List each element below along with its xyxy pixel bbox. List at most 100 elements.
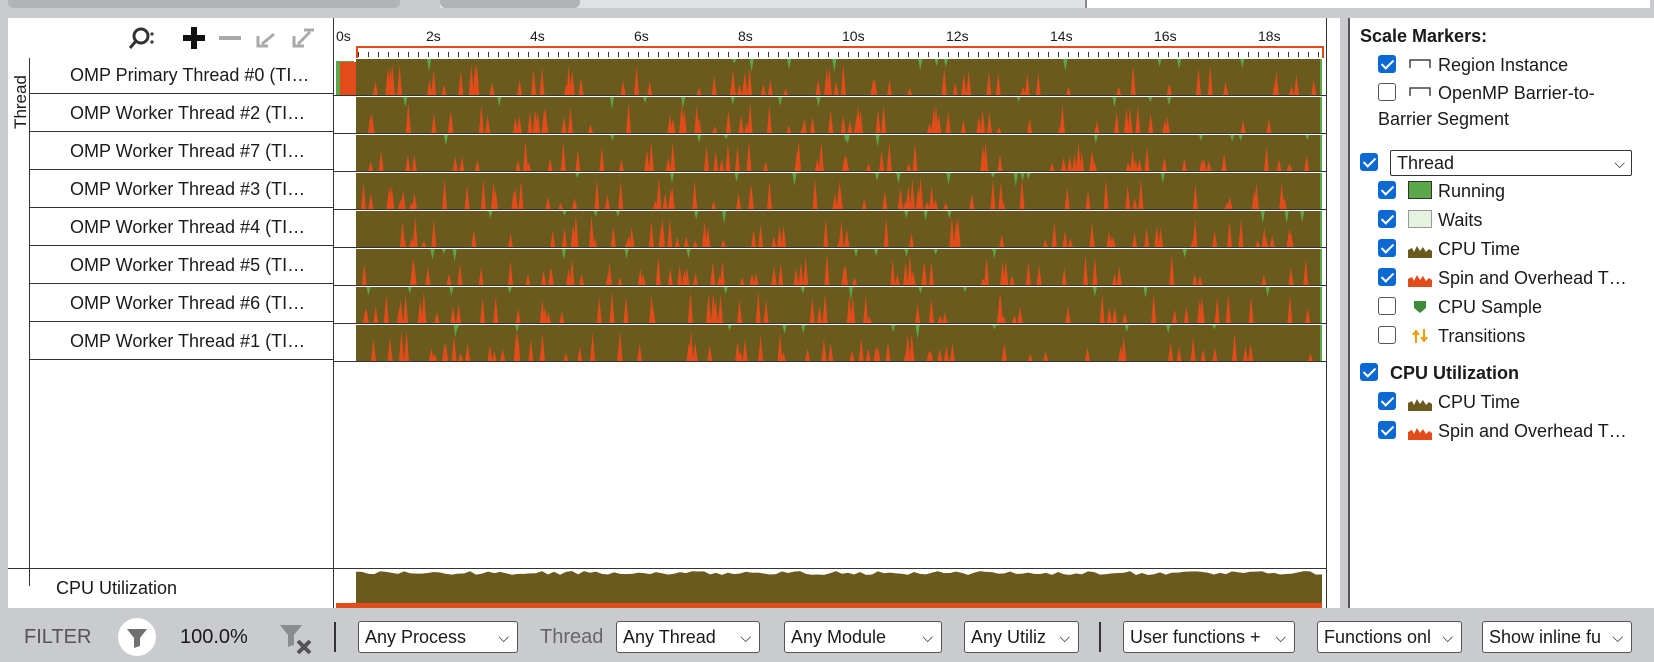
thread-value: Any Thread — [623, 627, 716, 647]
end-marker — [1320, 325, 1322, 361]
legend-cpu-sample[interactable]: CPU Sample — [1378, 294, 1542, 320]
zoom-toolbar — [8, 18, 334, 58]
legend-spin-overhead[interactable]: Spin and Overhead T… — [1378, 265, 1627, 291]
thread-select[interactable]: Any Thread ⌵ — [616, 621, 760, 653]
thread-row-label[interactable]: OMP Worker Thread #6 (TI… — [30, 284, 334, 322]
cpu-time-area — [356, 59, 1322, 95]
thread-group-label: Thread — [8, 58, 30, 586]
cpu-utilization-label: CPU Utilization — [56, 578, 178, 598]
barrier-segment-checkbox[interactable] — [1378, 83, 1396, 102]
thread-row-label[interactable]: OMP Worker Thread #3 (TI… — [30, 170, 334, 208]
chevron-down-icon: ⌵ — [920, 622, 933, 652]
process-select[interactable]: Any Process ⌵ — [358, 621, 518, 653]
cpu-utilization-spin — [336, 603, 1322, 608]
filter-bar: FILTER 100.0% Any Process ⌵ Thread Any Th… — [0, 610, 1654, 662]
cpu-time-2-label: CPU Time — [1438, 392, 1521, 412]
time-tick-label: 16s — [1154, 28, 1177, 44]
thread-track[interactable] — [334, 324, 1326, 362]
transitions-label: Transitions — [1438, 326, 1526, 346]
thread-row-label[interactable]: OMP Worker Thread #4 (TI… — [30, 208, 334, 246]
legend-panel: Scale Markers: Region Instance OpenMP Ba… — [1348, 18, 1654, 608]
region-instance-checkbox[interactable] — [1378, 55, 1396, 74]
zoom-out-icon[interactable] — [216, 24, 244, 52]
user-functions-value: User functions + — [1130, 627, 1261, 647]
undo-zoom-icon[interactable] — [252, 24, 280, 52]
selected-time-range[interactable] — [356, 46, 1324, 58]
running-checkbox[interactable] — [1378, 181, 1396, 200]
barrier-marker-icon — [1408, 83, 1432, 101]
legend-barrier-segment[interactable]: OpenMP Barrier-to- — [1378, 80, 1595, 106]
cpu-time-checkbox[interactable] — [1378, 239, 1396, 258]
end-marker — [1320, 173, 1322, 209]
thread-row-label[interactable]: OMP Worker Thread #2 (TI… — [30, 94, 334, 132]
functions-only-select[interactable]: Functions onl ⌵ — [1317, 621, 1462, 653]
thread-row-label[interactable]: OMP Worker Thread #7 (TI… — [30, 132, 334, 170]
thread-track[interactable] — [334, 134, 1326, 172]
chevron-down-icon: ⌵ — [1614, 155, 1625, 171]
legend-cpu-time-2[interactable]: CPU Time — [1378, 389, 1520, 415]
time-tick-label: 6s — [634, 28, 649, 44]
time-ruler[interactable]: 0s 2s 4s 6s 8s 10s 12s 14s 16s 18s — [334, 18, 1326, 58]
chevron-down-icon: ⌵ — [496, 622, 509, 652]
time-tick-label: 4s — [530, 28, 545, 44]
region-instance-label: Region Instance — [1438, 55, 1569, 75]
spin-overhead-2-checkbox[interactable] — [1378, 421, 1396, 440]
legend-cpu-time[interactable]: CPU Time — [1378, 236, 1520, 262]
clear-filter-icon[interactable] — [278, 622, 314, 656]
thread-group-toggle[interactable] — [1360, 150, 1390, 176]
thread-group-text: Thread — [10, 75, 30, 129]
cpu-sample-label: CPU Sample — [1438, 297, 1543, 317]
thread-track[interactable] — [334, 172, 1326, 210]
filter-icon[interactable] — [118, 618, 156, 656]
waits-checkbox[interactable] — [1378, 210, 1396, 229]
thread-grouping-value: Thread — [1397, 153, 1455, 173]
cpu-sample-checkbox[interactable] — [1378, 297, 1396, 316]
thread-track[interactable] — [334, 286, 1326, 324]
thread-row-label[interactable]: OMP Worker Thread #5 (TI… — [30, 246, 334, 284]
top-tab-middle-grip — [440, 0, 580, 8]
cpu-time-icon — [1408, 392, 1432, 412]
cpu-time-area — [356, 249, 1322, 285]
legend-running[interactable]: Running — [1378, 178, 1505, 204]
transitions-icon — [1408, 326, 1432, 344]
legend-waits[interactable]: Waits — [1378, 207, 1482, 233]
barrier-segment-label-line2: Barrier Segment — [1378, 109, 1510, 129]
cpu-time-area — [356, 287, 1322, 323]
thread-row-label[interactable]: OMP Worker Thread #1 (TI… — [30, 322, 334, 360]
zoom-search-icon[interactable] — [126, 24, 154, 52]
cpu-utilization-track[interactable] — [334, 569, 1326, 608]
top-strip — [0, 0, 1654, 23]
module-select[interactable]: Any Module ⌵ — [784, 621, 942, 653]
thread-group-checkbox[interactable] — [1360, 153, 1378, 172]
cpu-time-2-checkbox[interactable] — [1378, 392, 1396, 411]
inline-functions-select[interactable]: Show inline fu ⌵ — [1482, 621, 1632, 653]
running-swatch — [1408, 181, 1432, 200]
thread-row-label[interactable]: OMP Primary Thread #0 (TI… — [30, 56, 334, 94]
zoom-in-icon[interactable] — [180, 24, 208, 52]
splitter-grip[interactable] — [812, 10, 852, 23]
user-functions-select[interactable]: User functions + ⌵ — [1123, 621, 1295, 653]
spin-overhead-2-label: Spin and Overhead T… — [1438, 421, 1627, 441]
thread-tracks[interactable] — [334, 58, 1326, 362]
waits-swatch — [1408, 210, 1432, 229]
time-tick-label: 10s — [842, 28, 865, 44]
legend-region-instance[interactable]: Region Instance — [1378, 52, 1568, 78]
reset-zoom-icon[interactable] — [288, 24, 316, 52]
cpu-utilization-checkbox[interactable] — [1360, 363, 1378, 382]
chevron-down-icon: ⌵ — [1273, 622, 1286, 652]
legend-transitions[interactable]: Transitions — [1378, 323, 1525, 349]
utilization-select[interactable]: Any Utiliz ⌵ — [964, 621, 1079, 653]
thread-track[interactable] — [334, 248, 1326, 286]
spin-overhead-checkbox[interactable] — [1378, 268, 1396, 287]
thread-grouping-select[interactable]: Thread ⌵ — [1390, 150, 1632, 176]
thread-track[interactable] — [334, 210, 1326, 248]
legend-spin-overhead-2[interactable]: Spin and Overhead T… — [1378, 418, 1627, 444]
vertical-scrollbar[interactable] — [1326, 18, 1340, 608]
legend-cpu-utilization[interactable]: CPU Utilization — [1360, 360, 1519, 386]
thread-track[interactable] — [334, 96, 1326, 134]
cpu-time-area — [356, 97, 1322, 133]
thread-track[interactable] — [334, 58, 1326, 96]
chevron-down-icon: ⌵ — [738, 622, 751, 652]
transitions-checkbox[interactable] — [1378, 326, 1396, 345]
time-tick-label: 12s — [946, 28, 969, 44]
